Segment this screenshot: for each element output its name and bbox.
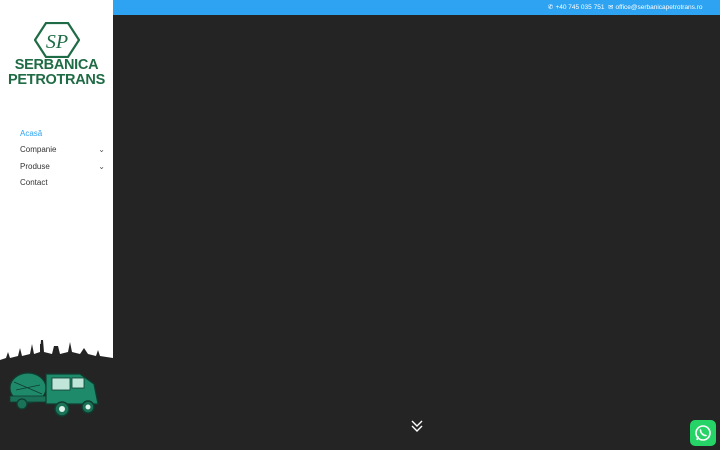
top-bar: ✆ +40 745 035 751 ✉ office@serbanicapetr… [113,0,720,15]
logo-line-1: SERBANICA [14,57,99,73]
svg-text:SP: SP [45,31,67,53]
logo-text: SERBANICA PETROTRANS [0,58,113,88]
nav-item-label: Contact [20,178,48,188]
double-chevron-down-icon[interactable] [410,419,424,433]
email-link[interactable]: ✉ office@serbanicapetrotrans.ro [608,3,703,12]
phone-link[interactable]: ✆ +40 745 035 751 [548,3,605,12]
nav-item-acasa[interactable]: Acasă [20,125,105,142]
whatsapp-icon [695,425,711,441]
phone-number: +40 745 035 751 [555,3,605,11]
nav-item-label: Produse [20,161,50,171]
nav-item-contact[interactable]: Contact [20,175,105,192]
chevron-down-icon[interactable]: ⌄ [98,145,105,154]
sidebar: SP SERBANICA PETROTRANS Acasă Companie ⌄… [0,0,113,450]
whatsapp-button[interactable] [690,420,716,446]
logo-line-2: PETROTRANS [8,72,105,88]
envelope-icon: ✉ [608,4,614,11]
nav-item-label: Companie [20,145,57,155]
nav-item-companie[interactable]: Companie ⌄ [20,142,105,159]
logo[interactable]: SP SERBANICA PETROTRANS [0,22,113,88]
hero-section [113,15,720,450]
industrial-truck-illustration [0,340,113,450]
nav-item-produse[interactable]: Produse ⌄ [20,158,105,175]
email-address: office@serbanicapetrotrans.ro [615,3,703,11]
nav-item-label: Acasă [20,128,43,138]
phone-icon: ✆ [548,4,554,11]
chevron-down-icon[interactable]: ⌄ [98,162,105,171]
logo-hexagon-icon: SP [33,22,80,58]
main-nav: Acasă Companie ⌄ Produse ⌄ Contact [20,125,105,191]
